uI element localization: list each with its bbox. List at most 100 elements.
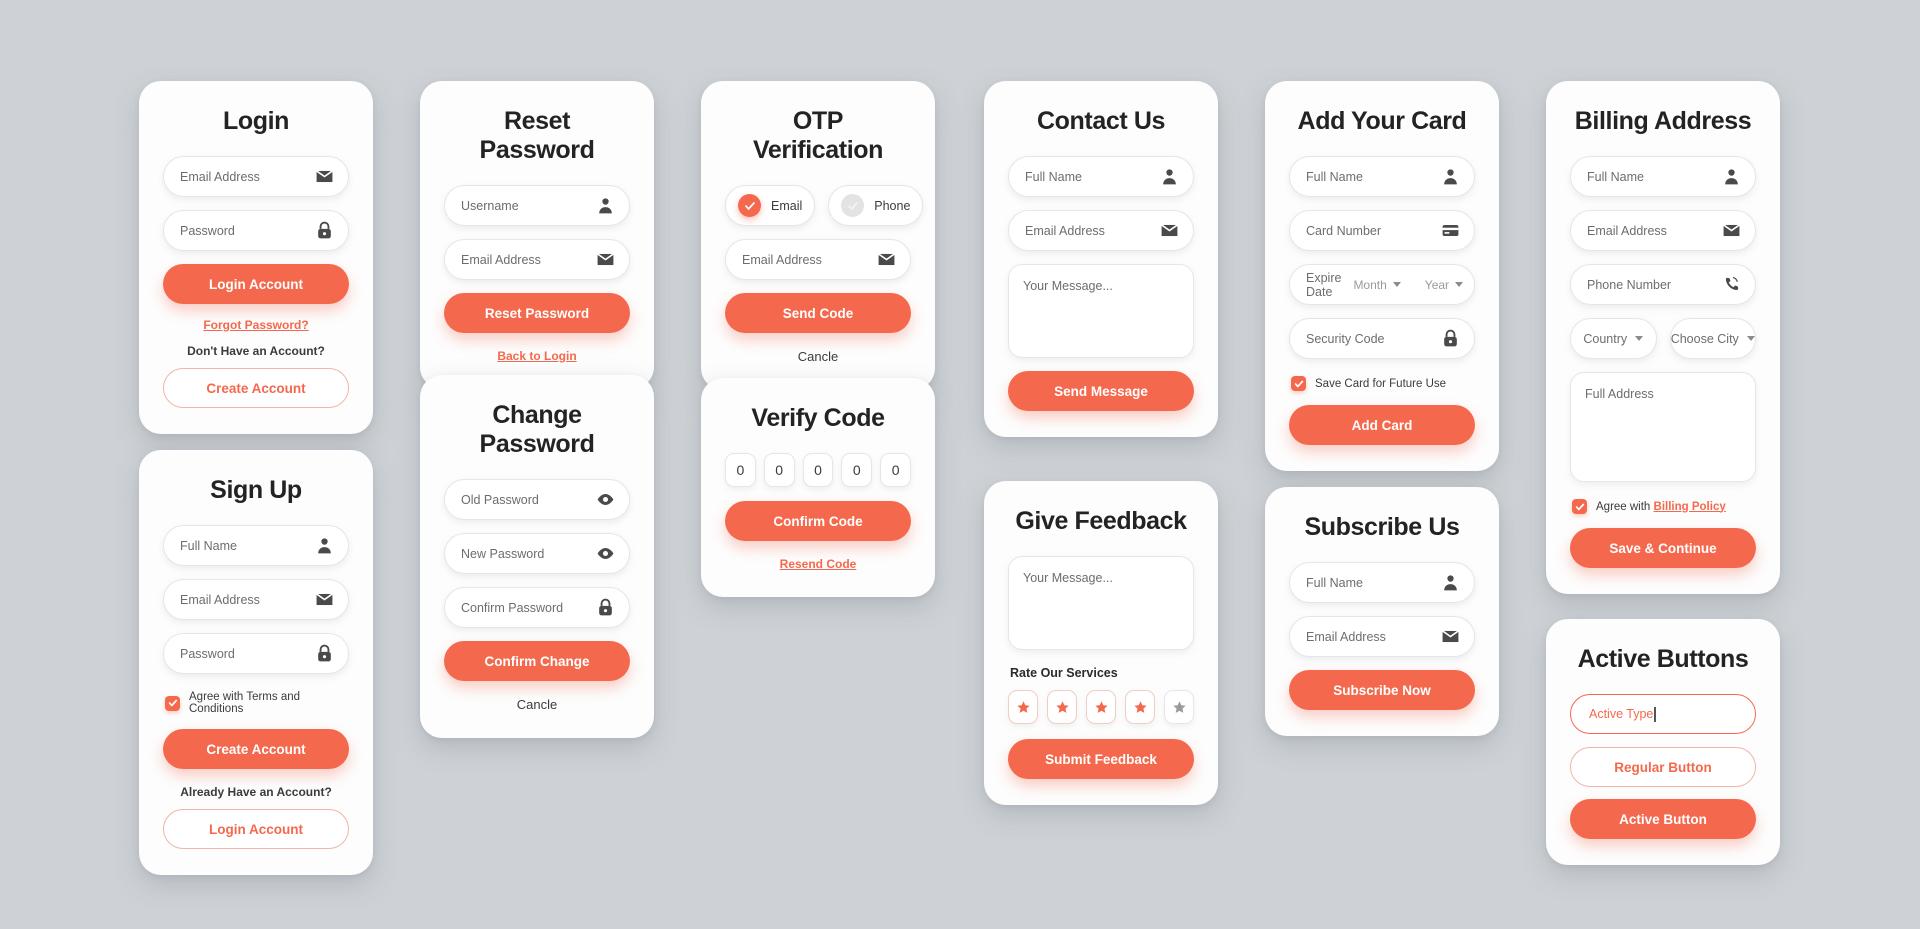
otp-cancel-button[interactable]: Cancle — [725, 349, 911, 364]
reset-email-placeholder: Email Address — [461, 252, 541, 267]
login-card: Login Email Address Password Login Accou… — [139, 81, 373, 434]
reset-email-field[interactable]: Email Address — [444, 239, 630, 280]
login-create-account-button[interactable]: Create Account — [163, 368, 349, 408]
otp-digit-input[interactable]: 0 — [841, 453, 873, 487]
city-select-label: Choose City — [1670, 331, 1739, 346]
subscribe-now-button[interactable]: Subscribe Now — [1289, 670, 1475, 710]
verify-code-card: Verify Code 0 0 0 0 0 Confirm Code Resen… — [701, 378, 935, 597]
month-select[interactable]: Month — [1341, 278, 1412, 292]
resend-code-link[interactable]: Resend Code — [725, 557, 911, 571]
confirm-password-field[interactable]: Confirm Password — [444, 587, 630, 628]
forgot-password-link[interactable]: Forgot Password? — [163, 318, 349, 332]
billing-policy-link[interactable]: Billing Policy — [1654, 501, 1726, 513]
checkbox-checked-icon[interactable] — [1572, 499, 1587, 514]
user-icon — [1441, 167, 1460, 186]
envelope-icon — [877, 250, 896, 269]
rating-star-2[interactable] — [1047, 690, 1077, 724]
otp-digit-input[interactable]: 0 — [725, 453, 756, 487]
billing-email-field[interactable]: Email Address — [1570, 210, 1756, 251]
login-email-field[interactable]: Email Address — [163, 156, 349, 197]
save-continue-button[interactable]: Save & Continue — [1570, 528, 1756, 568]
billing-fullname-field[interactable]: Full Name — [1570, 156, 1756, 197]
envelope-icon — [1722, 221, 1741, 240]
chevron-down-icon — [1635, 336, 1644, 341]
new-password-placeholder: New Password — [461, 546, 545, 561]
send-message-button[interactable]: Send Message — [1008, 371, 1194, 411]
signup-submit-button[interactable]: Create Account — [163, 729, 349, 769]
country-select[interactable]: Country — [1570, 318, 1657, 359]
subscribe-email-field[interactable]: Email Address — [1289, 616, 1475, 657]
billing-phone-field[interactable]: Phone Number — [1570, 264, 1756, 305]
otp-email-field[interactable]: Email Address — [725, 239, 911, 280]
city-select[interactable]: Choose City — [1669, 318, 1756, 359]
contact-fullname-field[interactable]: Full Name — [1008, 156, 1194, 197]
login-password-field[interactable]: Password — [163, 210, 349, 251]
confirm-change-button[interactable]: Confirm Change — [444, 641, 630, 681]
card-number-field[interactable]: Card Number — [1289, 210, 1475, 251]
otp-digit-input[interactable]: 0 — [763, 453, 795, 487]
billing-agree-label: Agree with Billing Policy — [1596, 501, 1726, 513]
rating-star-4[interactable] — [1125, 690, 1155, 724]
billing-email-placeholder: Email Address — [1587, 223, 1667, 238]
signup-password-field[interactable]: Password — [163, 633, 349, 674]
add-card-title: Add Your Card — [1297, 107, 1467, 135]
otp-digit-input[interactable]: 0 — [802, 453, 834, 487]
user-icon — [596, 196, 615, 215]
reset-password-submit-button[interactable]: Reset Password — [444, 293, 630, 333]
security-code-field[interactable]: Security Code — [1289, 318, 1475, 359]
rating-star-5[interactable] — [1164, 690, 1194, 724]
give-feedback-card: Give Feedback Your Message... Rate Our S… — [984, 481, 1218, 805]
billing-address-card: Billing Address Full Name Email Address … — [1546, 81, 1780, 594]
expire-date-label: Expire Date — [1306, 270, 1342, 299]
add-card-button[interactable]: Add Card — [1289, 405, 1475, 445]
active-button[interactable]: Active Button — [1570, 799, 1756, 839]
login-submit-button[interactable]: Login Account — [163, 264, 349, 304]
rating-stars-row — [1008, 690, 1194, 724]
contact-message-textarea[interactable]: Your Message... — [1008, 264, 1194, 358]
billing-address-textarea[interactable]: Full Address — [1570, 372, 1756, 482]
envelope-icon — [1441, 627, 1460, 646]
card-fullname-field[interactable]: Full Name — [1289, 156, 1475, 197]
signup-email-field[interactable]: Email Address — [163, 579, 349, 620]
confirm-code-button[interactable]: Confirm Code — [725, 501, 911, 541]
billing-fullname-placeholder: Full Name — [1587, 169, 1644, 184]
billing-phone-placeholder: Phone Number — [1587, 277, 1672, 292]
subscribe-email-placeholder: Email Address — [1306, 629, 1386, 644]
back-to-login-link[interactable]: Back to Login — [444, 349, 630, 363]
signup-login-button[interactable]: Login Account — [163, 809, 349, 849]
signup-fullname-field[interactable]: Full Name — [163, 525, 349, 566]
submit-feedback-button[interactable]: Submit Feedback — [1008, 739, 1194, 779]
billing-address-placeholder: Full Address — [1585, 387, 1654, 401]
rating-star-3[interactable] — [1086, 690, 1116, 724]
eye-icon[interactable] — [596, 490, 615, 509]
active-type-input[interactable]: Active Type — [1570, 694, 1756, 734]
regular-button[interactable]: Regular Button — [1570, 747, 1756, 787]
phone-icon — [1722, 275, 1741, 294]
user-icon — [1441, 573, 1460, 592]
otp-option-phone-label: Phone — [874, 198, 911, 213]
reset-username-placeholder: Username — [461, 198, 519, 213]
reset-username-field[interactable]: Username — [444, 185, 630, 226]
feedback-message-textarea[interactable]: Your Message... — [1008, 556, 1194, 650]
change-password-cancel-button[interactable]: Cancle — [444, 697, 630, 712]
billing-agree-row[interactable]: Agree with Billing Policy — [1572, 499, 1756, 514]
month-select-label: Month — [1353, 277, 1387, 292]
send-code-button[interactable]: Send Code — [725, 293, 911, 333]
rating-star-1[interactable] — [1008, 690, 1038, 724]
expire-date-row: Expire Date Month Year — [1289, 264, 1475, 305]
envelope-icon — [1160, 221, 1179, 240]
save-card-row[interactable]: Save Card for Future Use — [1291, 376, 1475, 391]
otp-digit-input[interactable]: 0 — [880, 453, 911, 487]
otp-option-email[interactable]: Email — [725, 185, 816, 226]
eye-icon[interactable] — [596, 544, 615, 563]
contact-email-field[interactable]: Email Address — [1008, 210, 1194, 251]
year-select[interactable]: Year — [1413, 278, 1475, 292]
new-password-field[interactable]: New Password — [444, 533, 630, 574]
old-password-field[interactable]: Old Password — [444, 479, 630, 520]
subscribe-fullname-field[interactable]: Full Name — [1289, 562, 1475, 603]
checkbox-checked-icon[interactable] — [165, 695, 180, 711]
active-buttons-card: Active Buttons Active Type Regular Butto… — [1546, 619, 1780, 865]
checkbox-checked-icon[interactable] — [1291, 376, 1306, 391]
signup-agree-row[interactable]: Agree with Terms and Conditions — [165, 691, 349, 715]
otp-option-phone[interactable]: Phone — [828, 185, 924, 226]
